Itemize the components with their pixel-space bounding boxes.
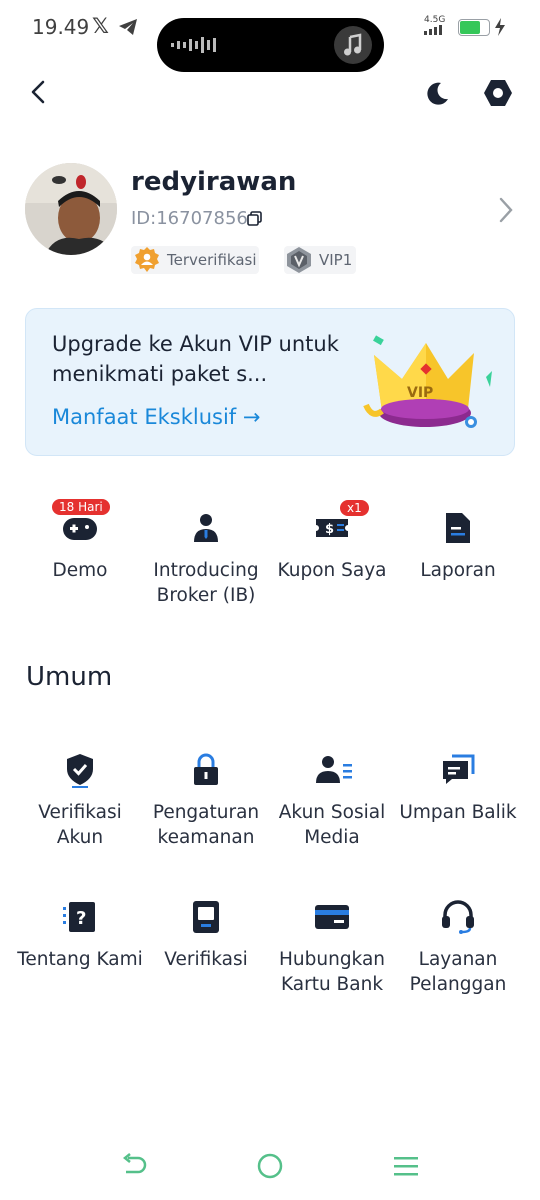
demo-badge: 18 Hari [52,499,110,515]
my-coupon-label: Kupon Saya [277,560,387,581]
security-settings-label: Pengaturan keamanan [152,802,260,848]
about-icon: ? [63,902,95,932]
dark-mode-button[interactable] [417,74,457,114]
my-coupon-action[interactable]: $ x1 Kupon Saya [269,500,395,583]
report-action[interactable]: Laporan [395,510,521,583]
username: redyirawan [131,167,297,197]
introducing-broker-label: Introducing Broker (IB) [153,560,259,606]
customer-service-label: Layanan Pelanggan [409,949,507,995]
about-us-item[interactable]: ? Tentang Kami [17,899,143,972]
social-media-label: Akun Sosial Media [278,802,386,848]
vip-upgrade-card[interactable]: Upgrade ke Akun VIP untuk menikmati pake… [25,308,515,456]
hexagon-settings-icon [484,80,512,106]
feedback-item[interactable]: Umpan Balik [395,752,521,825]
feedback-icon [443,754,475,784]
signal-icon [424,25,442,35]
vip-shield-icon [287,247,311,273]
dynamic-island[interactable] [157,18,384,72]
lock-icon [194,753,218,785]
user-id-text: ID:16707856 [131,208,248,229]
nav-menu-icon[interactable] [392,1153,420,1181]
nav-home-icon[interactable] [256,1152,284,1180]
svg-text:?: ? [76,908,86,929]
security-settings-item[interactable]: Pengaturan keamanan [143,752,269,850]
verified-icon [135,247,159,272]
id-card-icon [193,901,219,933]
social-media-item[interactable]: Akun Sosial Media [269,752,395,850]
copy-icon[interactable] [247,211,262,226]
report-label: Laporan [420,560,496,581]
music-note-icon[interactable] [334,26,372,64]
exclusive-benefits-link[interactable]: Manfaat Eksklusif → [52,405,260,429]
network-indicator: 4.5G [424,16,446,38]
demo-label: Demo [52,560,108,581]
chevron-left-icon [31,80,45,104]
bank-card-icon [315,905,349,929]
back-button[interactable] [18,72,58,112]
moon-icon [427,82,448,105]
charging-icon [495,18,505,36]
avatar[interactable] [25,163,117,255]
verified-label: Terverifikasi [167,251,257,269]
account-verification-label: Verifikasi Akun [38,802,122,848]
about-us-label: Tentang Kami [17,949,143,970]
vip-crown-icon: VIP [363,335,492,428]
x-app-icon: 𝕏 [92,14,109,38]
coupon-badge: x1 [340,500,369,516]
feedback-label: Umpan Balik [399,802,517,823]
nav-back-icon[interactable] [120,1152,148,1180]
user-id: ID:16707856 [131,208,248,229]
gamepad-icon [63,518,97,540]
section-title-general: Umum [26,662,113,692]
vip-level-badge: VIP1 [284,246,356,274]
battery-icon [458,19,490,36]
telegram-icon [119,19,137,35]
user-list-icon [316,756,352,783]
document-icon [446,513,470,543]
introducing-broker-action[interactable]: Introducing Broker (IB) [143,510,269,608]
shield-check-icon [67,754,93,788]
audio-wave-icon [171,37,216,53]
chevron-right-icon[interactable] [496,196,516,224]
customer-service-item[interactable]: Layanan Pelanggan [395,899,521,997]
broker-icon [194,514,218,542]
crown-text: VIP [407,385,433,401]
svg-text:$: $ [325,522,334,537]
demo-action[interactable]: 18 Hari Demo [17,499,143,583]
status-time: 19.49 [32,15,90,39]
verification-label: Verifikasi [164,949,248,970]
vip-level-label: VIP1 [319,251,353,269]
link-bank-card-item[interactable]: Hubungkan Kartu Bank [269,899,395,997]
headset-icon [442,900,474,934]
verified-badge: Terverifikasi [131,246,259,274]
verification-item[interactable]: Verifikasi [143,899,269,972]
vip-card-title: Upgrade ke Akun VIP untuk menikmati pake… [52,332,339,386]
account-verification-item[interactable]: Verifikasi Akun [17,752,143,850]
link-bank-card-label: Hubungkan Kartu Bank [278,949,386,995]
avatar-photo [25,163,117,255]
settings-button[interactable] [478,73,518,113]
